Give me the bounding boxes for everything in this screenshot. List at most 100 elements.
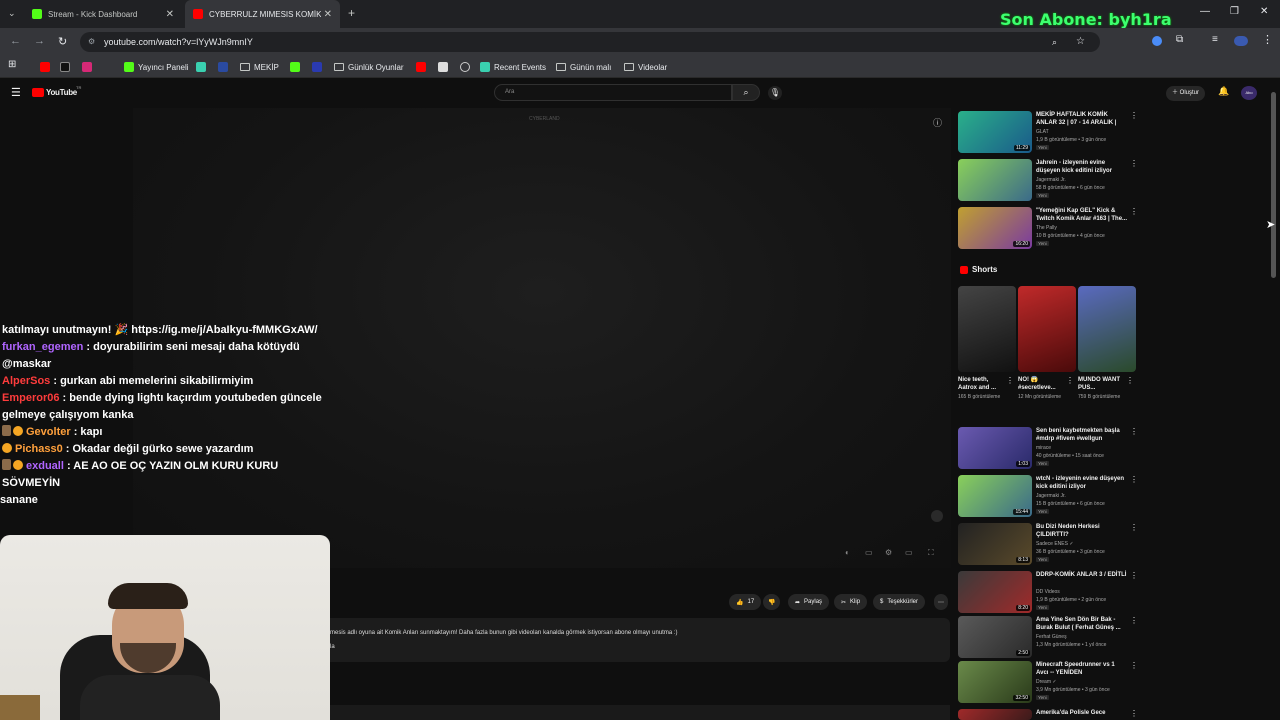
page-scrollbar[interactable] [1271, 92, 1276, 278]
video-thumbnail[interactable]: 32:50 [958, 661, 1032, 703]
short-title[interactable]: MUNDO WANT PUS... [1078, 376, 1128, 392]
bookmark-blue[interactable] [312, 60, 322, 74]
info-icon[interactable]: ⓘ [933, 116, 942, 129]
close-icon[interactable]: ✕ [324, 9, 332, 20]
fullscreen-icon[interactable]: ⛶ [928, 548, 934, 558]
new-tab-icon[interactable]: + [348, 6, 355, 20]
channel-name[interactable]: Ferhat Güneş [1036, 634, 1067, 640]
thanks-button[interactable]: $ Teşekkürler [873, 594, 926, 610]
more-options-icon[interactable]: ⋮ [1006, 376, 1014, 385]
channel-name[interactable]: Jagermaki Jr. [1036, 493, 1066, 499]
video-thumbnail[interactable] [958, 159, 1032, 201]
bookmark-terminal[interactable] [218, 60, 228, 74]
dislike-button[interactable]: 👎 [763, 594, 781, 610]
address-bar[interactable]: ⚙ youtube.com/watch?v=lYyWJn9mnIY ☆ ⌕ [80, 32, 1100, 52]
more-options-icon[interactable]: ⋮ [1130, 427, 1138, 436]
notifications-bell-icon[interactable]: 🔔 [1218, 86, 1229, 97]
recommended-video[interactable]: Amerika'da Polisle Gece ⋮ [958, 709, 1138, 720]
video-thumbnail[interactable]: 2:50 [958, 616, 1032, 658]
bookmark-youtube-2[interactable] [416, 60, 426, 74]
tab-kick-dashboard[interactable]: Stream - Kick Dashboard ✕ [24, 0, 182, 28]
video-thumbnail[interactable]: 15:44 [958, 475, 1032, 517]
recommended-video[interactable]: Jahrein - izleyenin evine düşeyen kick e… [958, 159, 1138, 201]
close-icon[interactable]: ✕ [166, 9, 174, 20]
youtube-logo-icon[interactable] [32, 88, 44, 97]
channel-name[interactable]: mirace [1036, 445, 1051, 451]
video-title[interactable]: Sen beni kaybetmekten başla #mdrp #fivem… [1036, 427, 1128, 443]
bookmark-yayinci-paneli[interactable]: Yayıncı Paneli [124, 60, 189, 74]
video-title[interactable]: "Yemeğini Kap GEL" Kick & Twitch Komik A… [1036, 207, 1128, 223]
more-options-icon[interactable]: ⋮ [1130, 111, 1138, 120]
channel-name[interactable]: Dream ✓ [1036, 679, 1057, 685]
short-thumbnail[interactable] [1018, 286, 1076, 372]
channel-watermark-icon[interactable] [931, 510, 943, 522]
window-close-icon[interactable]: ✕ [1260, 6, 1268, 17]
bookmark-gunluk-oyunlar[interactable]: Günlük Oyunlar [334, 60, 404, 74]
bookmark-mekip[interactable]: MEKİP [240, 60, 279, 74]
more-options-icon[interactable]: ⋮ [1130, 571, 1138, 580]
short-title[interactable]: Nice teeth, Aatrox and ... [958, 376, 1008, 392]
account-avatar[interactable]: Abo [1241, 86, 1257, 100]
bookmark-instagram[interactable] [82, 60, 92, 74]
more-options-icon[interactable]: ⋮ [1130, 661, 1138, 670]
video-description[interactable]: mesis adlı oyuna ait Komik Anları sunmak… [322, 618, 950, 662]
channel-name[interactable]: DD Videos [1036, 589, 1060, 595]
more-options-icon[interactable]: ⋮ [1126, 376, 1134, 385]
reload-icon[interactable]: ↻ [58, 35, 67, 48]
video-title[interactable]: Minecraft Speedrunner vs 1 Avcı -- YENİD… [1036, 661, 1128, 677]
bookmark-star-icon[interactable]: ☆ [1076, 32, 1085, 52]
share-button[interactable]: ➦ Paylaş [788, 594, 830, 610]
video-thumbnail[interactable] [958, 709, 1032, 720]
video-title[interactable]: wtcN - izleyenin evine düşeyen kick edit… [1036, 475, 1128, 491]
more-options-icon[interactable]: ⋮ [1066, 376, 1074, 385]
video-title[interactable]: Jahrein - izleyenin evine düşeyen kick e… [1036, 159, 1128, 175]
more-actions-button[interactable]: ⋯ [934, 594, 948, 610]
tab-search-icon[interactable]: ⌄ [8, 8, 16, 19]
tab-youtube-video[interactable]: CYBERRULZ MIMESIS KOMİK A ✕ [185, 0, 340, 28]
theater-mode-icon[interactable]: ▭ [905, 548, 913, 557]
channel-name[interactable]: GLAT [1036, 129, 1049, 135]
more-options-icon[interactable]: ⋮ [1130, 475, 1138, 484]
menu-icon[interactable]: ☰ [11, 86, 21, 99]
channel-name[interactable]: Jagermaki Jr. [1036, 177, 1066, 183]
back-icon[interactable]: ← [10, 35, 21, 47]
video-title[interactable]: Amerika'da Polisle Gece [1036, 709, 1128, 717]
video-title[interactable]: Bu Dizi Neden Herkesi ÇILDIRTTI? [1036, 523, 1128, 539]
restore-icon[interactable]: ❐ [1230, 6, 1239, 17]
profile-icon[interactable] [1234, 36, 1248, 46]
voice-search-icon[interactable]: 🎙 [768, 86, 782, 100]
clip-button[interactable]: ✂ Klip [834, 594, 868, 610]
video-thumbnail[interactable]: 8:20 [958, 571, 1032, 613]
forward-icon[interactable]: → [34, 35, 45, 47]
bookmark-globe[interactable] [460, 60, 470, 74]
recommended-video[interactable]: 32:50 Minecraft Speedrunner vs 1 Avcı --… [958, 661, 1138, 703]
video-thumbnail[interactable]: 11:29 [958, 111, 1032, 153]
more-options-icon[interactable]: ⋮ [1130, 616, 1138, 625]
bookmark-x[interactable] [60, 60, 70, 74]
extensions-puzzle-icon[interactable]: ⧉ [1176, 34, 1183, 45]
recommended-video[interactable]: 8:13 Bu Dizi Neden Herkesi ÇILDIRTTI? Sa… [958, 523, 1138, 565]
search-button[interactable]: ⌕ [732, 84, 760, 101]
search-input[interactable]: Ara [494, 84, 732, 101]
minimize-icon[interactable]: — [1200, 6, 1210, 17]
subtitles-icon[interactable]: ▭ [865, 548, 873, 557]
autoplay-toggle-icon[interactable]: ◐ [845, 548, 850, 557]
video-thumbnail[interactable]: 1:03 [958, 427, 1032, 469]
recommended-video[interactable]: 11:29 MEKİP HAFTALIK KOMİK ANLAR 32 | 07… [958, 111, 1138, 153]
more-options-icon[interactable]: ⋮ [1130, 207, 1138, 216]
bookmark-app[interactable] [196, 60, 206, 74]
settings-gear-icon[interactable]: ⚙ [885, 548, 892, 557]
video-title[interactable]: Ama Yine Sen Dön Bir Bak - Burak Bulut (… [1036, 616, 1128, 632]
bookmark-gunun-mali[interactable]: Günün malı [556, 60, 611, 74]
youtube-logo-text[interactable]: YouTube [46, 88, 77, 97]
short-thumbnail[interactable] [1078, 286, 1136, 372]
video-title[interactable]: DDRP-KOMİK ANLAR 3 / EDİTLİ [1036, 571, 1128, 579]
channel-name[interactable]: The Pally [1036, 225, 1057, 231]
bookmark-recent-events[interactable]: Recent Events [480, 60, 546, 74]
reading-list-icon[interactable]: ≡ [1212, 34, 1218, 45]
zoom-icon[interactable]: ⌕ [1052, 32, 1057, 52]
more-options-icon[interactable]: ⋮ [1130, 709, 1138, 718]
bookmark-image[interactable] [438, 60, 448, 74]
recommended-video[interactable]: 16:20 "Yemeğini Kap GEL" Kick & Twitch K… [958, 207, 1138, 249]
video-thumbnail[interactable]: 16:20 [958, 207, 1032, 249]
